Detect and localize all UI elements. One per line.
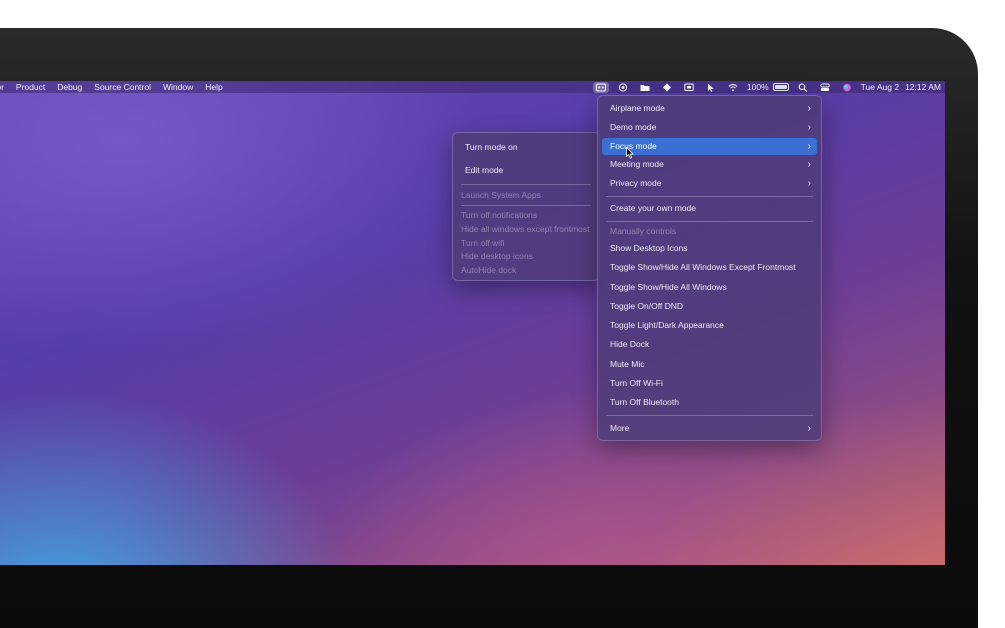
pointer-icon[interactable] [703,82,719,93]
battery-percent: 100% [746,82,769,92]
display-icon[interactable] [681,82,697,93]
menu-debug[interactable]: Debug [57,81,82,93]
hide-dock-item[interactable]: Hide Dock [602,336,817,353]
app-menus: tor Product Debug Source Control Window … [0,81,235,93]
focus-mode-submenu: Turn mode on Edit mode Launch System App… [452,132,600,281]
launch-system-apps-header: Launch System Apps [461,190,541,200]
show-desktop-icons-item[interactable]: Show Desktop Icons [602,240,817,257]
demo-mode-label: Demo mode [610,122,657,132]
manually-controls-header: Manually controls [610,226,677,236]
separator [606,415,813,416]
mouse-cursor-icon [626,147,634,159]
record-icon[interactable] [615,82,631,93]
mute-mic-item[interactable]: Mute Mic [602,356,817,373]
autohide-dock-item: AutoHide dock [461,265,517,275]
focus-mode-item[interactable]: Focus mode › [602,138,817,155]
menu-help[interactable]: Help [205,81,222,93]
edit-mode-item[interactable]: Edit mode [457,162,595,179]
turn-off-bluetooth-label: Turn Off Bluetooth [610,397,679,407]
separator [606,221,813,222]
more-item[interactable]: More › [602,420,817,437]
status-area: 100% Tue Aug 2 12:12 AM [587,81,941,93]
chevron-right-icon: › [807,178,811,189]
wifi-icon[interactable] [725,82,741,93]
chevron-right-icon: › [807,122,811,133]
battery-icon[interactable] [772,83,789,91]
airplane-mode-item[interactable]: Airplane mode › [602,100,817,117]
create-own-mode-item[interactable]: Create your own mode [602,200,817,217]
focus-app-icon[interactable] [592,81,609,93]
show-desktop-icons-label: Show Desktop Icons [610,243,688,253]
demo-mode-item[interactable]: Demo mode › [602,119,817,136]
chevron-right-icon: › [807,103,811,114]
edit-mode-label: Edit mode [465,165,504,175]
turn-off-bluetooth-item[interactable]: Turn Off Bluetooth [602,394,817,411]
menu-product[interactable]: Product [16,81,45,93]
toggle-appearance-item[interactable]: Toggle Light/Dark Appearance [602,317,817,334]
turn-off-wifi-label: Turn Off Wi-Fi [610,378,663,388]
chevron-right-icon: › [807,423,811,434]
meeting-mode-item[interactable]: Meeting mode › [602,156,817,173]
toggle-dnd-label: Toggle On/Off DND [610,301,684,311]
toggle-hide-windows-except-frontmost-item[interactable]: Toggle Show/Hide All Windows Except Fron… [602,259,817,276]
privacy-mode-item[interactable]: Privacy mode › [602,175,817,192]
airplane-mode-label: Airplane mode [610,103,665,113]
toggle-hide-all-windows-label: Toggle Show/Hide All Windows [610,282,727,292]
menu-window[interactable]: Window [163,81,193,93]
more-label: More [610,423,630,433]
turn-off-wifi-item[interactable]: Turn Off Wi-Fi [602,375,817,392]
separator [461,205,591,206]
menu-editor[interactable]: tor [0,81,4,93]
menubar-time[interactable]: 12:12 AM [905,81,941,93]
chevron-right-icon: › [807,159,811,170]
menubar-date[interactable]: Tue Aug 2 [861,81,899,93]
toggle-hide-all-windows-item[interactable]: Toggle Show/Hide All Windows [602,279,817,296]
tag-icon[interactable] [659,82,675,93]
mute-mic-label: Mute Mic [610,359,645,369]
siri-icon[interactable] [839,82,855,93]
toggle-hide-windows-except-frontmost-label: Toggle Show/Hide All Windows Except Fron… [610,262,796,272]
privacy-mode-label: Privacy mode [610,178,662,188]
turn-mode-on-label: Turn mode on [465,142,518,152]
separator [461,184,591,185]
chevron-right-icon: › [807,141,811,152]
turn-mode-on-item[interactable]: Turn mode on [457,139,595,156]
folder-icon[interactable] [637,82,653,93]
menu-bar: tor Product Debug Source Control Window … [0,81,945,93]
toggle-appearance-label: Toggle Light/Dark Appearance [610,320,724,330]
meeting-mode-label: Meeting mode [610,159,664,169]
separator [606,196,813,197]
control-center-icon[interactable] [817,82,833,93]
hide-dock-label: Hide Dock [610,339,650,349]
search-icon[interactable] [795,82,811,93]
create-own-mode-label: Create your own mode [610,203,696,213]
menu-source-control[interactable]: Source Control [94,81,151,93]
toggle-dnd-item[interactable]: Toggle On/Off DND [602,298,817,315]
